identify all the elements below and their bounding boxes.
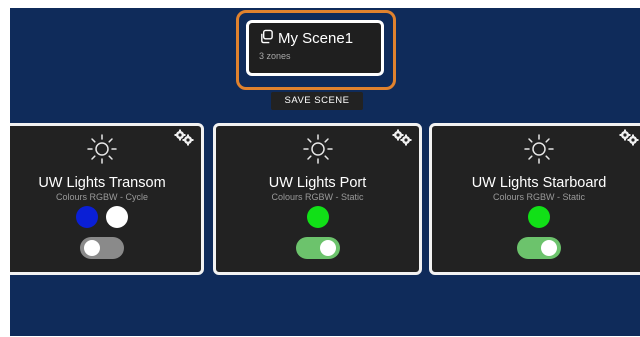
scene-tile[interactable]: My Scene1 3 zones bbox=[246, 20, 384, 76]
gears-icon[interactable] bbox=[173, 129, 195, 147]
toggle-knob bbox=[541, 240, 557, 256]
scenes-panel: My Scene1 3 zones SAVE SCENE UW Lights T… bbox=[10, 8, 640, 336]
sun-icon bbox=[87, 134, 117, 164]
zone-toggle[interactable] bbox=[295, 237, 340, 259]
sun-icon bbox=[302, 134, 333, 164]
color-swatch-blue[interactable] bbox=[76, 206, 98, 228]
color-swatches bbox=[216, 206, 419, 228]
zone-name: UW Lights Starboard bbox=[471, 175, 607, 191]
gears-icon[interactable] bbox=[618, 129, 640, 147]
zone-toggle[interactable] bbox=[517, 237, 561, 259]
scene-zone-count: 3 zones bbox=[259, 51, 291, 61]
zone-mode: Colours RGBW - Static bbox=[492, 192, 586, 202]
sun-icon bbox=[524, 134, 554, 164]
save-scene-button[interactable]: SAVE SCENE bbox=[271, 92, 363, 110]
zone-mode: Colours RGBW - Static bbox=[271, 192, 364, 202]
zone-name: UW Lights Transom bbox=[38, 175, 166, 191]
color-swatches bbox=[10, 206, 201, 228]
toggle-knob bbox=[84, 240, 100, 256]
color-swatches bbox=[432, 206, 640, 228]
color-swatch-green[interactable] bbox=[306, 206, 329, 228]
zone-mode: Colours RGBW - Cycle bbox=[55, 192, 148, 202]
gears-icon[interactable] bbox=[391, 129, 413, 147]
zone-name: UW Lights Port bbox=[268, 175, 367, 191]
scene-title: My Scene1 bbox=[278, 30, 354, 47]
toggle-knob bbox=[319, 240, 336, 256]
zone-card-port[interactable]: UW Lights Port Colours RGBW - Static bbox=[213, 123, 422, 275]
zone-toggle[interactable] bbox=[80, 237, 124, 259]
color-swatch-white[interactable] bbox=[106, 206, 128, 228]
zone-card-transom[interactable]: UW Lights Transom Colours RGBW - Cycle bbox=[10, 123, 204, 275]
zone-card-starboard[interactable]: UW Lights Starboard Colours RGBW - Stati… bbox=[429, 123, 640, 275]
copy-icon bbox=[259, 29, 274, 49]
color-swatch-green[interactable] bbox=[528, 206, 550, 228]
